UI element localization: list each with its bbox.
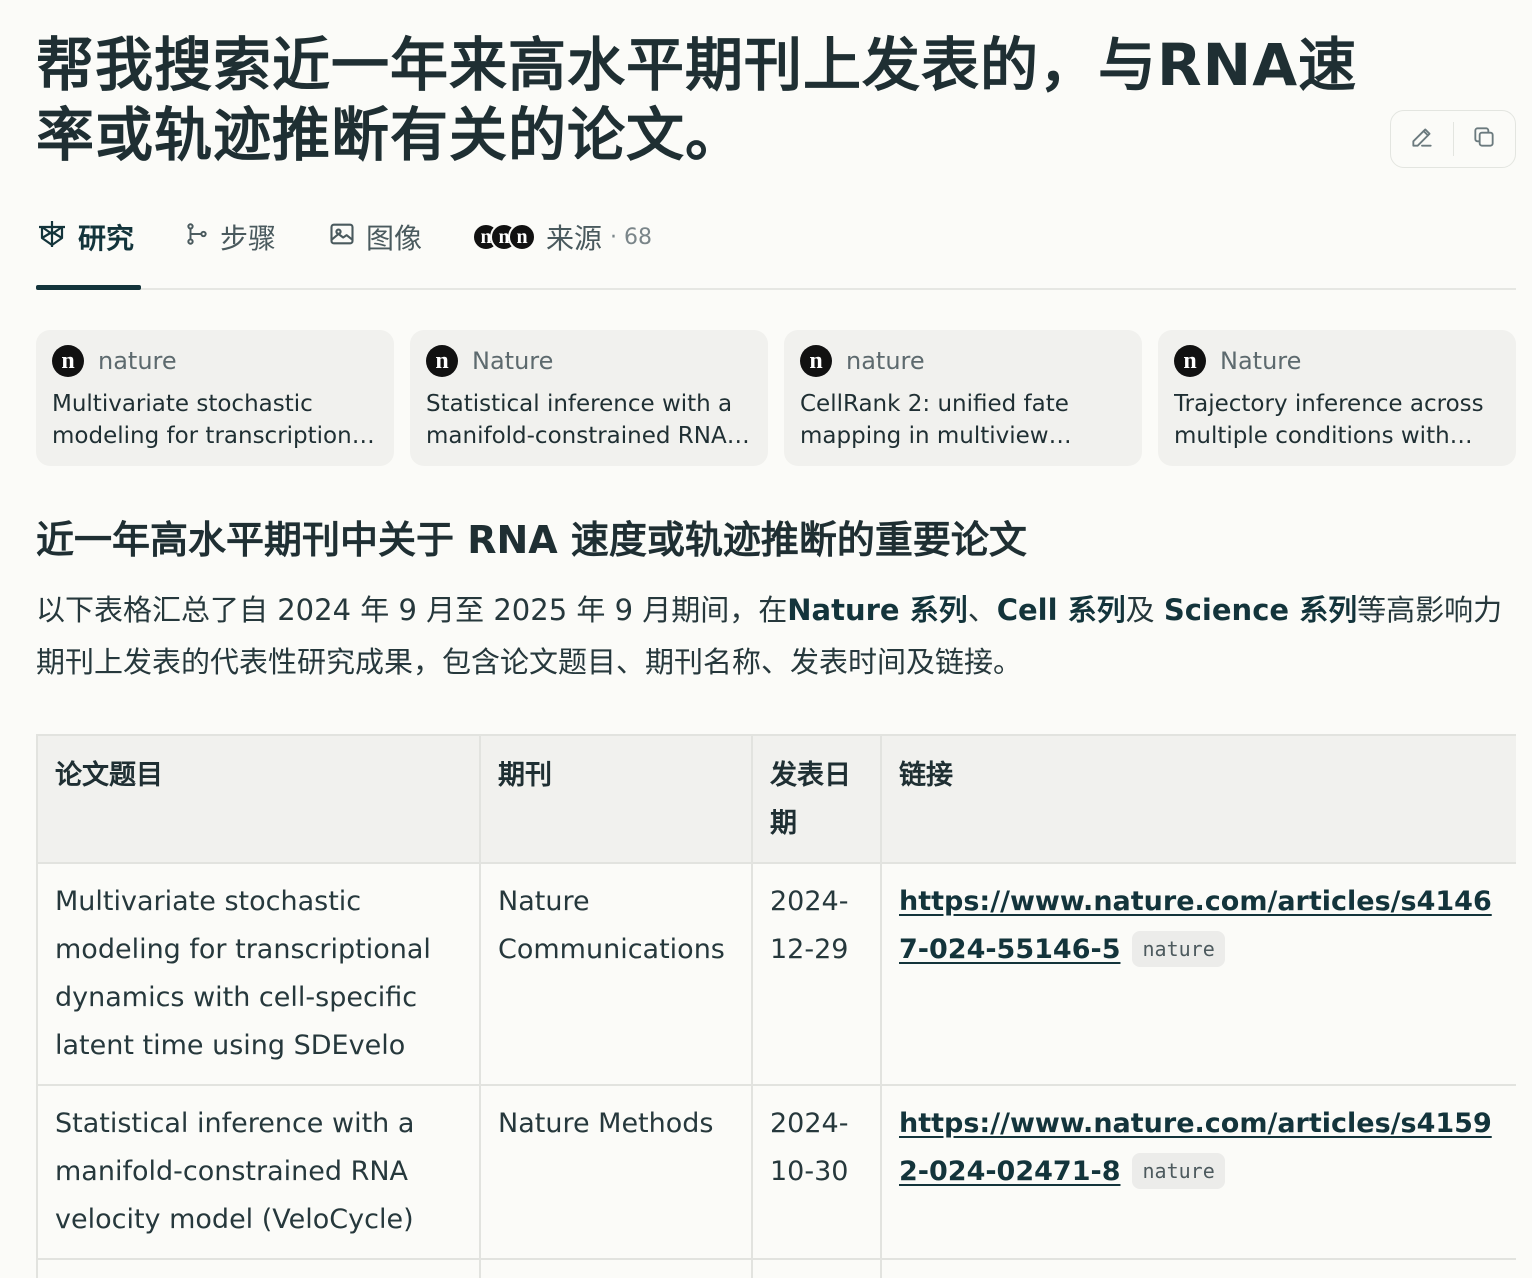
tab-research[interactable]: 研究	[36, 215, 134, 259]
tab-steps[interactable]: 步骤	[184, 215, 276, 259]
source-card[interactable]: n Nature Statistical inference with a ma…	[410, 330, 768, 466]
nature-logo-icon: n	[426, 345, 458, 377]
link-cell	[880, 1258, 1516, 1278]
query-actions	[1390, 110, 1516, 168]
source-name: nature	[98, 347, 177, 375]
source-name: Nature	[472, 347, 554, 375]
card-title: Trajectory inference across multiple con…	[1174, 391, 1484, 449]
paper-title-cell: Multivariate stochastic modeling for tra…	[36, 862, 481, 1086]
tab-sources[interactable]: n n n 来源 · 68	[472, 215, 652, 259]
tab-label: 步骤	[220, 222, 277, 255]
table-row	[36, 1258, 1516, 1278]
card-title: CellRank 2: unified fate mapping in mult…	[800, 391, 1069, 449]
sources-icon: n n n	[472, 223, 536, 251]
tab-images[interactable]: 图像	[328, 215, 422, 259]
nature-logo-icon: n	[1174, 345, 1206, 377]
card-title: Multivariate stochastic modeling for tra…	[52, 391, 373, 449]
citation-badge[interactable]: nature	[1132, 1153, 1225, 1189]
copy-icon	[1471, 124, 1497, 154]
paper-title-cell	[36, 1258, 481, 1278]
nature-logo-icon: n	[52, 345, 84, 377]
date-cell	[751, 1258, 882, 1278]
source-card[interactable]: n nature Multivariate stochastic modelin…	[36, 330, 394, 466]
edit-query-button[interactable]	[1391, 110, 1453, 168]
table-header-row: 论文题目 期刊 发表日期 链接	[36, 734, 1516, 864]
column-header-date: 发表日期	[751, 734, 882, 864]
research-icon	[36, 218, 68, 257]
intro-text: 及	[1125, 593, 1164, 627]
pencil-icon	[1409, 124, 1435, 154]
active-tab-indicator	[36, 285, 141, 290]
journal-cell: Nature Communications	[479, 862, 753, 1086]
query-title: 帮我搜索近一年来高水平期刊上发表的，与RNA速率或轨迹推断有关的论文。	[36, 31, 1358, 169]
answer-tabs: 研究 步骤 图像 n n n 来源 · 68	[36, 205, 1516, 290]
section-heading: 近一年高水平期刊中关于 RNA 速度或轨迹推断的重要论文	[36, 518, 1027, 562]
sources-count: · 68	[610, 224, 652, 250]
column-header-journal: 期刊	[479, 734, 753, 864]
column-header-title: 论文题目	[36, 734, 481, 864]
tab-label: 来源	[546, 222, 603, 255]
research-answer-page: 帮我搜索近一年来高水平期刊上发表的，与RNA速率或轨迹推断有关的论文。 研究 步…	[0, 0, 1532, 1278]
intro-bold: Nature 系列	[787, 593, 968, 627]
card-source: n nature	[800, 344, 1126, 378]
journal-cell: Nature Methods	[479, 1084, 753, 1260]
intro-text: 、	[967, 593, 997, 627]
intro-bold: Science 系列	[1163, 593, 1358, 627]
tab-label: 研究	[78, 222, 135, 255]
source-name: nature	[846, 347, 925, 375]
source-name: Nature	[1220, 347, 1302, 375]
table-row: Statistical inference with a manifold-co…	[36, 1084, 1516, 1260]
date-cell: 2024-10-30	[751, 1084, 882, 1260]
column-header-link: 链接	[880, 734, 1516, 864]
nature-logo-icon: n	[800, 345, 832, 377]
citation-badge[interactable]: nature	[1132, 931, 1225, 967]
link-cell: https://www.nature.com/articles/s41592-0…	[880, 1084, 1516, 1260]
image-icon	[328, 220, 356, 255]
papers-table-container: 论文题目 期刊 发表日期 链接 Multivariate stochastic …	[36, 734, 1516, 1278]
journal-cell	[479, 1258, 753, 1278]
intro-text: 以下表格汇总了自 2024 年 9 月至 2025 年 9 月期间，在	[36, 593, 788, 627]
card-source: n Nature	[1174, 344, 1500, 378]
copy-query-button[interactable]	[1453, 110, 1515, 168]
card-title: Statistical inference with a manifold-co…	[426, 391, 733, 449]
papers-table: 论文题目 期刊 发表日期 链接 Multivariate stochastic …	[36, 734, 1516, 1278]
nature-logo-icon: n	[508, 223, 536, 251]
source-card[interactable]: n nature CellRank 2: unified fate mappin…	[784, 330, 1142, 466]
table-row: Multivariate stochastic modeling for tra…	[36, 862, 1516, 1086]
source-card[interactable]: n Nature Trajectory inference across mul…	[1158, 330, 1516, 466]
source-cards: n nature Multivariate stochastic modelin…	[36, 330, 1516, 466]
date-cell: 2024-12-29	[751, 862, 882, 1086]
card-source: n Nature	[426, 344, 752, 378]
steps-icon	[184, 221, 210, 254]
paper-title-cell: Statistical inference with a manifold-co…	[36, 1084, 481, 1260]
tab-label: 图像	[366, 222, 423, 255]
intro-paragraph: 以下表格汇总了自 2024 年 9 月至 2025 年 9 月期间，在Natur…	[36, 584, 1516, 688]
link-cell: https://www.nature.com/articles/s41467-0…	[880, 862, 1516, 1086]
card-source: n nature	[52, 344, 378, 378]
intro-bold: Cell 系列	[996, 593, 1126, 627]
